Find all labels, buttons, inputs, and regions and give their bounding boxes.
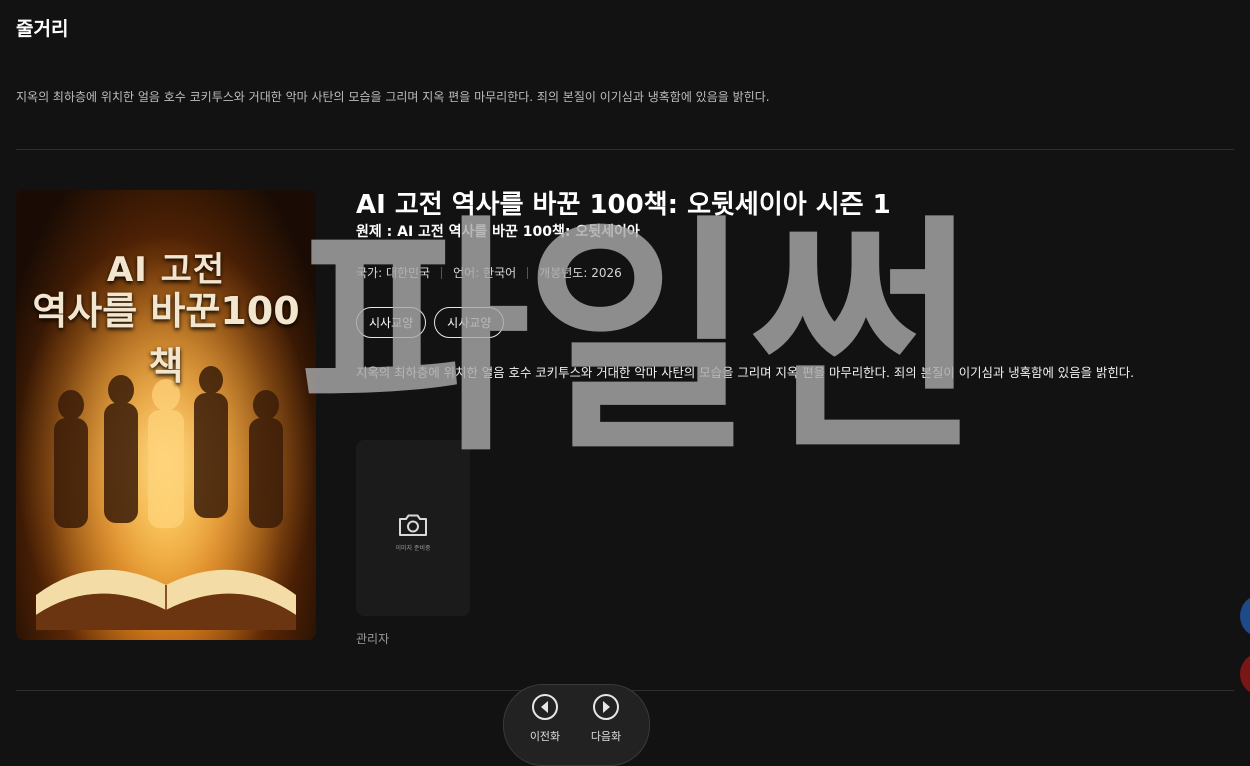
synopsis-text: 지옥의 최하층에 위치한 얼음 호수 코키투스와 거대한 악마 사탄의 모습을 … bbox=[16, 90, 770, 104]
next-arrow-icon bbox=[593, 694, 619, 720]
poster-title-line2: 역사를 바꾼100책 bbox=[32, 289, 300, 388]
image-placeholder-caption: 이미지 준비중 bbox=[395, 545, 431, 552]
camera-icon bbox=[399, 514, 427, 536]
prev-episode-label: 이전화 bbox=[529, 730, 561, 743]
next-episode-label: 다음화 bbox=[590, 730, 622, 743]
author-label: 관리자 bbox=[356, 632, 390, 646]
prev-arrow-icon bbox=[532, 694, 558, 720]
episode-nav: 이전화 다음화 bbox=[503, 684, 650, 766]
poster-image: AI 고전 역사를 바꾼100책 bbox=[16, 190, 316, 640]
watermark-text: 파일썬 bbox=[300, 194, 978, 485]
prev-episode-button[interactable]: 이전화 bbox=[520, 693, 570, 744]
floating-button-blue[interactable] bbox=[1240, 595, 1250, 637]
divider-top bbox=[16, 149, 1234, 150]
synopsis-heading: 줄거리 bbox=[16, 18, 69, 40]
floating-button-red[interactable] bbox=[1240, 653, 1250, 695]
next-episode-button[interactable]: 다음화 bbox=[581, 693, 631, 744]
